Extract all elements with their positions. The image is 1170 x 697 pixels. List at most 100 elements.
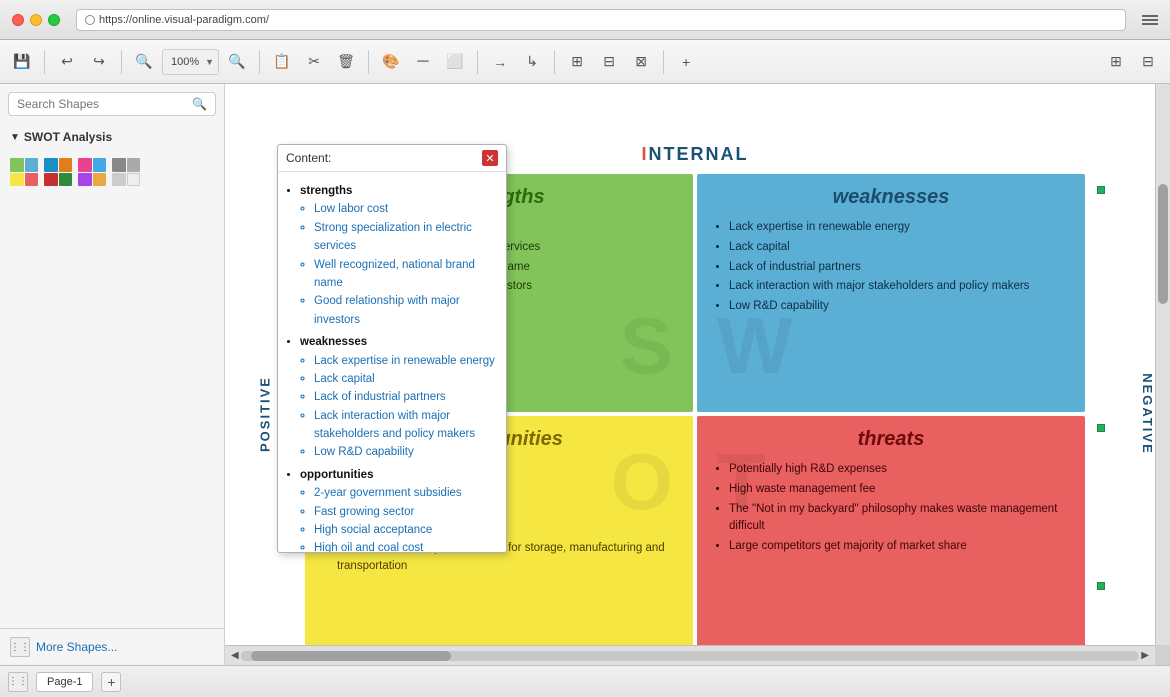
content-popup-body[interactable]: strengths Low labor cost Strong speciali… (278, 172, 506, 552)
label-nternal: NTERNAL (649, 144, 749, 164)
save-button[interactable]: 💾 (8, 48, 36, 76)
content-item: Fast growing sector (314, 503, 498, 521)
url-security-icon (85, 15, 95, 25)
toolbar-separator-3 (259, 50, 260, 74)
list-item: High waste management fee (729, 481, 1071, 499)
canvas-paper: INTERNAL EXTERNAL POSITIVE NEGATIVE stre… (225, 84, 1155, 645)
weaknesses-title: weaknesses (711, 186, 1071, 209)
minimize-window-button[interactable] (30, 14, 42, 26)
url-text: https://online.visual-paradigm.com/ (99, 14, 269, 26)
copy-button[interactable]: 📋 (268, 48, 296, 76)
add-page-button[interactable]: + (101, 672, 121, 692)
line-color-button[interactable]: ─ (409, 48, 437, 76)
main-layout: 🔍 ▼ SWOT Analysis (0, 84, 1170, 665)
undo-button[interactable]: ↩ (53, 48, 81, 76)
layout-button[interactable]: ⊟ (1134, 48, 1162, 76)
horizontal-scrollbar[interactable]: ◀ ▶ (225, 645, 1155, 665)
page-tab[interactable]: Page-1 (36, 672, 93, 692)
more-button[interactable]: + (672, 48, 700, 76)
content-item: Low R&D capability (314, 443, 498, 461)
list-item: Lack expertise in renewable energy (729, 219, 1071, 237)
delete-button[interactable]: 🗑 (332, 48, 360, 76)
distribute-button[interactable]: ⊠ (627, 48, 655, 76)
traffic-lights (12, 14, 60, 26)
preset-swot-1[interactable] (10, 158, 38, 186)
sidebar-options-button[interactable]: ⋮⋮ (10, 637, 30, 657)
preset-swot-3[interactable] (78, 158, 106, 186)
redo-button[interactable]: ↪ (85, 48, 113, 76)
vertical-scroll-thumb[interactable] (1158, 184, 1168, 304)
content-popup-close-button[interactable]: ✕ (482, 150, 498, 166)
zoom-arrow[interactable]: ▼ (205, 57, 214, 67)
url-bar[interactable]: https://online.visual-paradigm.com/ (76, 9, 1126, 31)
align-button[interactable]: ⊟ (595, 48, 623, 76)
group-button[interactable]: ⊞ (563, 48, 591, 76)
zoom-in-button[interactable]: 🔍 (223, 48, 251, 76)
search-input[interactable] (17, 97, 186, 111)
zoom-level: 100% (167, 56, 203, 68)
toolbar-separator-6 (554, 50, 555, 74)
content-popup-title: Content: (286, 151, 331, 165)
content-item: High oil and coal cost (314, 539, 498, 552)
toolbar: 💾 ↩ ↪ 🔍 100% ▼ 🔍 📋 ✂ 🗑 🎨 ─ ⬜ → ↳ ⊞ ⊟ ⊠ +… (0, 40, 1170, 84)
list-item: Potentially high R&D expenses (729, 461, 1071, 479)
section-collapse-arrow: ▼ (10, 132, 20, 143)
toolbar-separator-2 (121, 50, 122, 74)
content-item: High social acceptance (314, 521, 498, 539)
connect-button[interactable]: → (486, 48, 514, 76)
watermark-s: S (620, 300, 673, 392)
content-popup-header: Content: ✕ (278, 145, 506, 172)
fill-color-button[interactable]: 🎨 (377, 48, 405, 76)
content-item: Lack expertise in renewable energy (314, 352, 498, 370)
content-item: Low labor cost (314, 200, 498, 218)
horizontal-scroll-track[interactable] (241, 651, 1140, 661)
content-item: Strong specialization in electric servic… (314, 219, 498, 256)
content-item: Good relationship with major investors (314, 292, 498, 329)
toolbar-separator (44, 50, 45, 74)
sidebar-section-swot: ▼ SWOT Analysis (0, 124, 224, 150)
shape-presets-row (0, 150, 224, 194)
swot-label-negative: NEGATIVE (1140, 373, 1155, 455)
list-item: Lack capital (729, 239, 1071, 257)
sidebar: 🔍 ▼ SWOT Analysis (0, 84, 225, 665)
cut-button[interactable]: ✂ (300, 48, 328, 76)
close-window-button[interactable] (12, 14, 24, 26)
list-item: The "Not in my backyard" philosophy make… (729, 501, 1071, 537)
content-category-weaknesses: weaknesses Lack expertise in renewable e… (300, 333, 498, 462)
vertical-scrollbar[interactable] (1155, 84, 1170, 645)
zoom-group: 100% ▼ (162, 49, 219, 75)
content-item: Lack of industrial partners (314, 388, 498, 406)
content-category-opportunities: opportunities 2-year government subsidie… (300, 466, 498, 552)
title-bar: https://online.visual-paradigm.com/ (0, 0, 1170, 40)
watermark-w: W (717, 300, 793, 392)
canvas-area[interactable]: INTERNAL EXTERNAL POSITIVE NEGATIVE stre… (225, 84, 1170, 665)
page-options-button[interactable]: ⋮⋮ (8, 672, 28, 692)
preset-swot-2[interactable] (44, 158, 72, 186)
section-label: SWOT Analysis (24, 130, 112, 144)
toolbar-separator-5 (477, 50, 478, 74)
scroll-left-arrow[interactable]: ◀ (229, 650, 241, 661)
sidebar-bottom: ⋮⋮ More Shapes... (0, 628, 224, 665)
label-i: I (641, 144, 648, 164)
watermark-o: O (611, 436, 673, 528)
preset-swot-4[interactable] (112, 158, 140, 186)
maximize-window-button[interactable] (48, 14, 60, 26)
swot-cell-threats[interactable]: threats T Potentially high R&D expenses … (697, 416, 1085, 645)
bottom-bar: ⋮⋮ Page-1 + (0, 665, 1170, 697)
elbow-connect-button[interactable]: ↳ (518, 48, 546, 76)
zoom-out-button[interactable]: 🔍 (130, 48, 158, 76)
content-item: Lack interaction with major stakeholders… (314, 407, 498, 444)
shape-button[interactable]: ⬜ (441, 48, 469, 76)
scroll-right-arrow[interactable]: ▶ (1139, 650, 1151, 661)
browser-menu-icon[interactable] (1142, 15, 1158, 25)
search-box[interactable]: 🔍 (8, 92, 216, 116)
more-shapes-button[interactable]: More Shapes... (36, 640, 117, 654)
content-item: 2-year government subsidies (314, 484, 498, 502)
sidebar-section-title[interactable]: ▼ SWOT Analysis (10, 130, 214, 144)
swot-cell-weaknesses[interactable]: weaknesses W Lack expertise in renewable… (697, 174, 1085, 412)
horizontal-scroll-thumb[interactable] (251, 651, 451, 661)
content-popup: Content: ✕ strengths Low labor cost Stro… (277, 144, 507, 553)
swot-label-internal: INTERNAL (641, 144, 748, 165)
list-item: Large competitors get majority of market… (729, 538, 1071, 556)
view-toggle-button[interactable]: ⊞ (1102, 48, 1130, 76)
